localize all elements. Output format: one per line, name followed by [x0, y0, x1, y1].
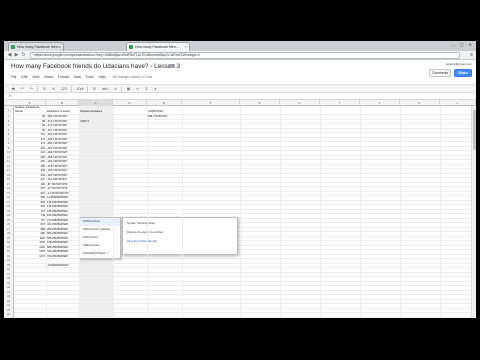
autocomplete-item[interactable]: SINGLEQUOTE(str...)	[80, 250, 120, 258]
bold-icon[interactable]: B	[91, 86, 98, 92]
grid-line	[320, 106, 321, 318]
grid-line	[79, 106, 80, 318]
currency-icon[interactable]: $	[41, 86, 48, 92]
formula-help-tooltip: Syntax: SIGN(number) Returns the sign of…	[122, 217, 238, 255]
browser-menu-icon[interactable]: ≡	[470, 52, 473, 58]
sum-icon[interactable]: Σ	[143, 86, 150, 92]
address-bar[interactable]: https://docs.google.com/spreadsheet/ccc?…	[30, 52, 460, 59]
table-cell[interactable]: Number of Facebook friends	[15, 106, 46, 115]
tab-strip: How many Facebook frien... × How many Fa…	[4, 41, 476, 51]
window-controls[interactable]: – ▢ ✕	[452, 42, 474, 47]
toolbar-separator	[37, 86, 38, 92]
menu-format[interactable]: Format	[58, 75, 69, 79]
forward-icon[interactable]: ▶	[13, 52, 20, 59]
scrollbar-thumb[interactable]	[473, 110, 476, 150]
toolbar: 🖶 ↶ ↷ $% 123 10pt Babc A ▦ ≡ Σ ▾	[4, 84, 476, 93]
function-autocomplete-list: SIGN(number) SIGN(number, [places]) SIN(…	[79, 217, 121, 259]
table-cell[interactable]	[80, 313, 113, 318]
row-number[interactable]: 1	[4, 106, 14, 115]
strikethrough-icon[interactable]: abc	[100, 86, 110, 92]
borders-icon[interactable]: ▦	[125, 86, 132, 92]
tab-label: How many Facebook frien...	[17, 45, 61, 49]
menu-bar: File Edit View Insert Format Data Tools …	[11, 75, 156, 81]
row-number[interactable]: 46	[4, 313, 14, 318]
table-cell[interactable]: =SQRT(D34)	[148, 110, 182, 115]
menu-insert[interactable]: Insert	[44, 75, 52, 79]
help-description: Returns the sign of a number.	[127, 230, 164, 234]
grid-line	[147, 106, 148, 318]
table-cell[interactable]: Deviations (x-mean)	[47, 110, 79, 115]
toolbar-separator	[87, 86, 88, 92]
grid-line	[113, 106, 114, 318]
align-icon[interactable]: ≡	[134, 86, 141, 92]
comments-button[interactable]: Comments	[429, 69, 451, 77]
menu-tools[interactable]: Tools	[86, 75, 94, 79]
document-title[interactable]: How many Facebook friends do Udacians ha…	[11, 63, 180, 70]
redo-icon[interactable]: ↷	[28, 86, 35, 92]
number-format-icon[interactable]: 123	[59, 86, 69, 92]
help-syntax: Syntax: SIGN(number)	[127, 221, 156, 225]
vertical-scrollbar[interactable]	[471, 106, 476, 318]
menu-view[interactable]: View	[32, 75, 39, 79]
menu-data[interactable]: Data	[74, 75, 81, 79]
menu-file[interactable]: File	[11, 75, 16, 79]
font-size-dropdown[interactable]: 10pt	[75, 86, 85, 92]
print-icon[interactable]: 🖶	[10, 86, 17, 92]
formula-bar: fx	[4, 93, 476, 100]
more-icon[interactable]: ▾	[152, 86, 159, 92]
fx-icon: fx	[9, 94, 12, 98]
autocomplete-item[interactable]: SINH(number)	[80, 242, 120, 250]
save-status: All changes saved in Drive	[112, 75, 153, 79]
back-icon[interactable]: ◀	[6, 52, 13, 59]
star-icon[interactable]: ☆	[162, 63, 167, 70]
text-color-icon[interactable]: A	[112, 86, 119, 92]
spreadsheet-grid[interactable]: ABCDEFGHIJKL 1 Number of Facebook friends…	[4, 100, 476, 318]
table-cell[interactable]: Squared deviations	[80, 110, 113, 115]
table-cell[interactable]	[47, 313, 79, 318]
table-cell[interactable]	[15, 313, 45, 318]
undo-icon[interactable]: ↶	[19, 86, 26, 92]
user-email[interactable]: udacity@gmail.com	[446, 62, 472, 66]
sheets-favicon-icon	[11, 45, 15, 49]
browser-tab-2[interactable]: How many Facebook frien... ×	[126, 42, 190, 51]
menu-edit[interactable]: Edit	[21, 75, 27, 79]
navigation-bar: ◀ ▶ ↻ https://docs.google.com/spreadshee…	[4, 51, 476, 60]
folder-icon[interactable]	[169, 64, 175, 68]
autocomplete-item[interactable]: SIN(number)	[80, 234, 120, 242]
grid-line	[280, 106, 281, 318]
grid-line	[240, 106, 241, 318]
toolbar-separator	[121, 86, 122, 92]
browser-tab-1[interactable]: How many Facebook frien... ×	[8, 42, 64, 51]
toolbar-separator	[71, 86, 72, 92]
reload-icon[interactable]: ↻	[20, 52, 27, 59]
share-button[interactable]: Share	[454, 69, 472, 77]
grid-line	[46, 106, 47, 318]
autocomplete-item[interactable]: SIGN(number)	[80, 218, 120, 226]
grid-line	[360, 106, 361, 318]
close-tab-icon[interactable]: ×	[59, 43, 61, 51]
browser-window: How many Facebook frien... × How many Fa…	[4, 41, 476, 318]
grid-line	[182, 106, 183, 318]
document-header: How many Facebook friends do Udacians ha…	[4, 60, 476, 86]
grid-line	[400, 106, 401, 318]
sheets-favicon-icon	[129, 45, 133, 49]
close-tab-icon[interactable]: ×	[185, 43, 187, 51]
help-more-link[interactable]: View the full function list	[127, 239, 233, 243]
menu-help[interactable]: Help	[99, 75, 106, 79]
grid-line	[440, 106, 441, 318]
video-frame: How many Facebook frien... × How many Fa…	[0, 0, 480, 360]
tab-label: How many Facebook frien...	[135, 45, 179, 49]
percent-icon[interactable]: %	[50, 86, 57, 92]
autocomplete-item[interactable]: SIGN(number, [places])	[80, 226, 120, 234]
